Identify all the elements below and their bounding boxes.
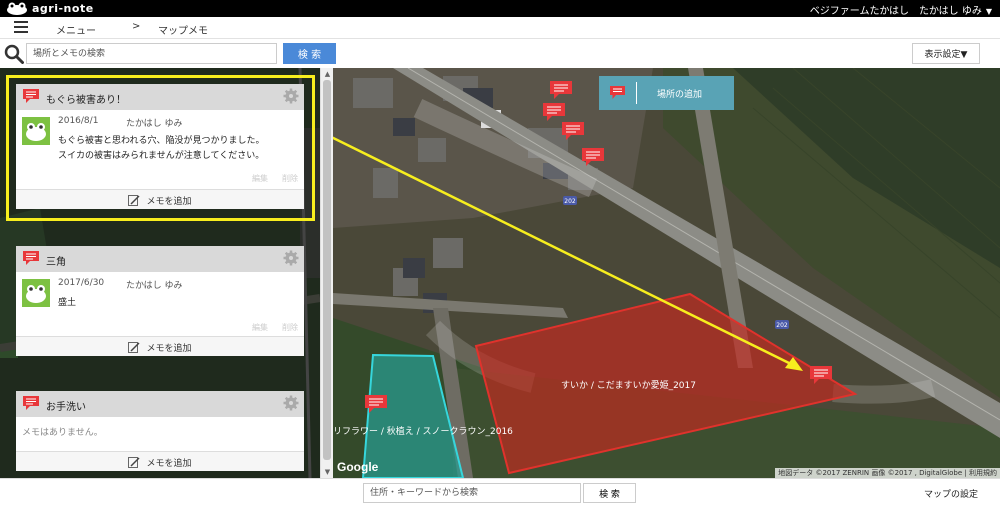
highlight-frame <box>6 75 315 221</box>
memo-card-title: 三角 <box>46 257 66 268</box>
gear-icon[interactable] <box>283 395 299 411</box>
scroll-down-icon[interactable]: ▼ <box>323 468 332 476</box>
breadcrumb-separator: > <box>132 21 141 32</box>
map-imagery: 202 202 <box>333 68 1000 478</box>
memo-author: たかはし ゆみ <box>126 281 183 291</box>
map-pin-icon[interactable] <box>542 102 566 122</box>
nav-bar: メニュー > マップメモ <box>0 17 1000 39</box>
memo-text: 盛土 <box>58 296 76 311</box>
map-pin-icon[interactable] <box>364 394 388 414</box>
map-pin-icon[interactable] <box>561 121 585 141</box>
add-place-button[interactable]: 場所の追加 <box>599 76 734 110</box>
user-menu[interactable]: ベジファームたかはし たかはし ゆみ ▼ <box>810 2 992 17</box>
memo-entry: 2017/6/30 たかはし ゆみ 盛土 編集 削除 <box>16 272 304 336</box>
memo-icon <box>610 86 625 99</box>
divider <box>636 82 637 104</box>
field-label-cauliflower[interactable]: リフラワー / 秋植え / スノークラウン_2016 <box>333 424 513 437</box>
pencil-icon <box>128 457 141 468</box>
logo-text: agri-note <box>32 2 94 15</box>
scroll-up-icon[interactable]: ▲ <box>323 70 332 78</box>
memo-empty: メモはありません。 <box>16 417 304 451</box>
frog-avatar-icon <box>22 279 50 307</box>
edit-link[interactable]: 編集 <box>252 323 268 332</box>
memo-card-title: お手洗い <box>46 402 86 413</box>
delete-link[interactable]: 削除 <box>282 323 298 332</box>
map-settings-link[interactable]: マップの設定 <box>924 487 978 500</box>
map-pin-icon[interactable] <box>549 80 573 100</box>
frog-logo-icon <box>7 2 27 15</box>
sidebar-scrollbar[interactable]: ▲ ▼ <box>320 68 333 478</box>
no-memo-text: メモはありません。 <box>22 428 103 438</box>
map-pin-icon[interactable] <box>809 365 833 385</box>
hamburger-icon[interactable] <box>14 21 28 33</box>
add-memo-button[interactable]: メモを追加 <box>16 336 304 356</box>
nav-menu-link[interactable]: メニュー <box>56 22 96 37</box>
breadcrumb-current: マップメモ <box>158 26 208 37</box>
user-name: ベジファームたかはし たかはし ゆみ <box>809 6 982 17</box>
memo-card-header[interactable]: 三角 <box>16 246 304 272</box>
top-bar: agri-note ベジファームたかはし たかはし ゆみ ▼ <box>0 0 1000 17</box>
search-icon <box>4 44 24 64</box>
map-pin-icon[interactable] <box>581 147 605 167</box>
pencil-icon <box>128 342 141 353</box>
display-settings-button[interactable]: 表示設定▼ <box>912 43 980 64</box>
search-row: 検 索 表示設定▼ <box>0 39 1000 68</box>
satellite-map[interactable]: 202 202 場所の追加 すいか / こだますいか愛姫_2017 リフラワー … <box>333 68 1000 478</box>
app-logo[interactable]: agri-note <box>6 1 94 16</box>
address-search-button[interactable]: 検 索 <box>583 483 636 503</box>
chevron-down-icon: ▼ <box>985 7 992 16</box>
memo-card: お手洗い メモはありません。 メモを追加 <box>16 391 304 471</box>
memo-card-header[interactable]: お手洗い <box>16 391 304 417</box>
search-button[interactable]: 検 索 <box>283 43 336 64</box>
address-search-input[interactable] <box>363 483 581 503</box>
svg-text:202: 202 <box>564 198 576 205</box>
map-attribution[interactable]: 地図データ ©2017 ZENRIN 画像 ©2017 , DigitalGlo… <box>775 468 1000 478</box>
add-memo-label: メモを追加 <box>146 344 192 354</box>
add-memo-label: メモを追加 <box>146 459 192 469</box>
memo-sidebar: もぐら被害あり！ 2016/8/1 たかはし ゆみ もぐら被害と思われる穴、陥没… <box>0 68 333 478</box>
memo-date: 2017/6/30 <box>58 278 105 288</box>
gear-icon[interactable] <box>283 250 299 266</box>
google-logo: Google <box>337 460 379 474</box>
scrollbar-thumb[interactable] <box>323 80 331 460</box>
memo-card: 三角 2017/6/30 たかはし ゆみ 盛土 編集 削除 メモを追加 <box>16 246 304 356</box>
memo-icon <box>23 396 39 410</box>
add-place-label: 場所の追加 <box>657 90 703 100</box>
add-memo-button[interactable]: メモを追加 <box>16 451 304 471</box>
field-label-suika[interactable]: すいか / こだますいか愛姫_2017 <box>561 378 696 391</box>
memo-actions: 編集 削除 <box>238 322 298 333</box>
bottom-bar: 検 索 マップの設定 <box>0 478 1000 506</box>
memo-icon <box>23 251 39 265</box>
memo-text-line: 盛土 <box>58 298 77 308</box>
svg-text:202: 202 <box>776 322 788 329</box>
search-input[interactable] <box>26 43 277 64</box>
